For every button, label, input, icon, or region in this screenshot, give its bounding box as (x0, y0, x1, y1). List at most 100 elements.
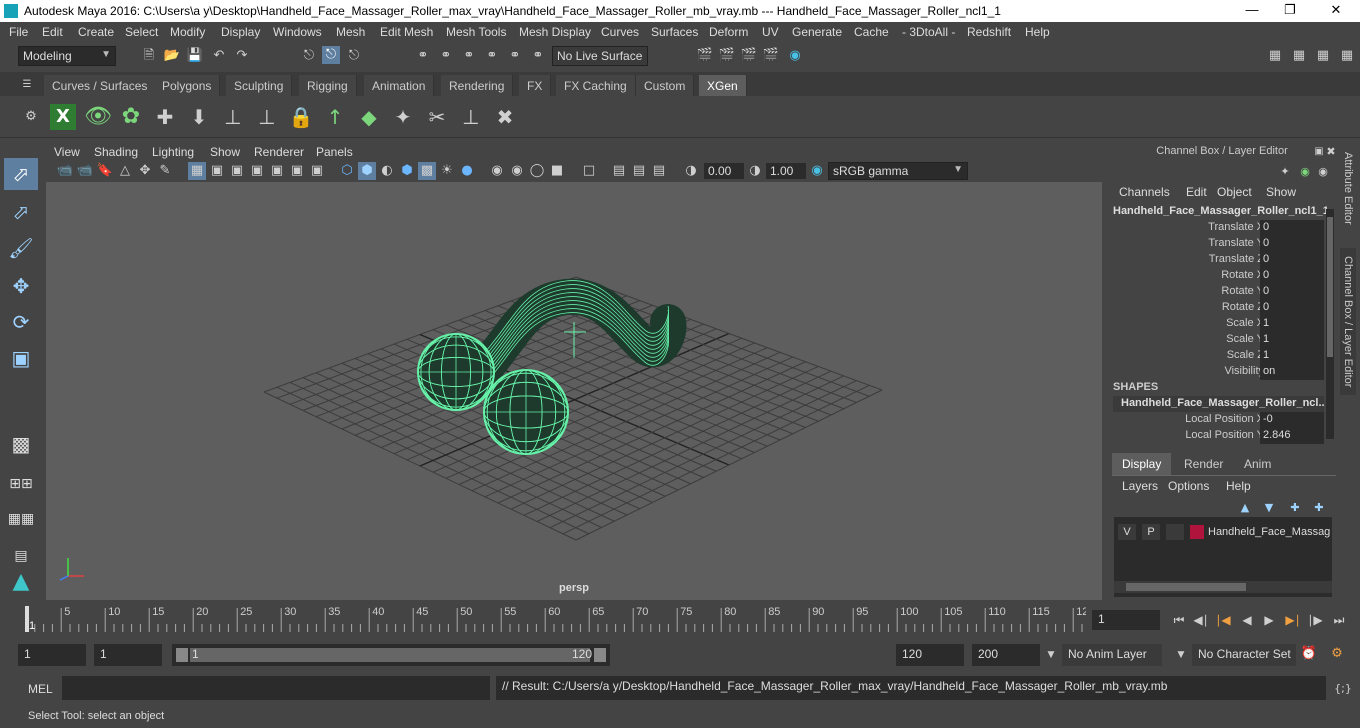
channel-box-side-tab[interactable]: Channel Box / Layer Editor (1340, 248, 1356, 396)
menu-display[interactable]: Display (221, 25, 260, 39)
shelf-settings-gear-icon[interactable]: ⚙ (22, 108, 40, 126)
attribute-value-field[interactable]: 1 (1260, 332, 1324, 348)
attribute-row[interactable]: Scale Z1 (1106, 348, 1324, 364)
snap-grid-icon[interactable]: ⚭ (414, 47, 432, 65)
shape-node-name[interactable]: Handheld_Face_Massager_Roller_ncl... (1113, 396, 1324, 412)
time-slider[interactable]: 1 5 10 15 20 25 30 35 40 45 50 55 60 65 70 75 80 85 90 95 10… (18, 604, 1088, 634)
layer-tab-render[interactable]: Render (1174, 453, 1233, 475)
xgen-delete-icon[interactable]: ✖ (492, 104, 518, 130)
shelf-menu-icon[interactable]: ☰ (18, 76, 36, 94)
depth-of-field-icon[interactable]: ■ (548, 162, 566, 180)
keyed-icon[interactable]: ◉ (1296, 163, 1314, 181)
channel-show-menu[interactable]: Show (1266, 185, 1296, 199)
use-all-lights-icon[interactable]: ☀ (438, 162, 456, 180)
shelf-tab-sculpting[interactable]: Sculpting (226, 75, 293, 96)
menu-select[interactable]: Select (125, 25, 158, 39)
xgen-sculpt-guide-icon[interactable]: ⊥ (254, 104, 280, 130)
attribute-value-field[interactable]: 1 (1260, 316, 1324, 332)
exposure-icon[interactable]: ◑ (682, 162, 700, 180)
xgen-cut-icon[interactable]: ✂ (424, 104, 450, 130)
bookmark-icon[interactable]: 🔖 (96, 162, 114, 180)
layer-visibility-toggle[interactable]: V (1118, 524, 1136, 540)
attribute-row[interactable]: Rotate Y0 (1106, 284, 1324, 300)
attribute-row[interactable]: Scale Y1 (1106, 332, 1324, 348)
new-layer-selected-icon[interactable]: ✚ (1310, 499, 1328, 517)
ipr-render-icon[interactable]: 🎬 (740, 47, 758, 65)
selected-object-name[interactable]: Handheld_Face_Massager_Roller_ncl1_1 (1113, 205, 1329, 217)
attribute-value-field[interactable]: 0 (1260, 300, 1324, 316)
attribute-row[interactable]: Translate X0 (1106, 220, 1324, 236)
animation-preferences-icon[interactable]: ⚙ (1328, 645, 1346, 663)
expression-icon[interactable]: ◉ (1314, 163, 1332, 181)
xgen-groom-icon[interactable]: ↑ (322, 104, 348, 130)
color-space-dropdown[interactable]: sRGB gamma ▼ (828, 162, 968, 180)
grease-pencil-icon[interactable]: ✎ (156, 162, 174, 180)
maximize-button[interactable]: ❐ (1280, 2, 1300, 20)
attribute-editor-toggle-icon[interactable]: ▦ (1314, 47, 1332, 65)
rotate-tool-icon[interactable]: ⟳ (4, 306, 38, 338)
viewport-menu-show[interactable]: Show (210, 145, 240, 159)
attribute-row[interactable]: Local Position X -0 (1106, 412, 1324, 428)
menu-redshift[interactable]: Redshift (967, 25, 1011, 39)
menu-file[interactable]: File (9, 25, 28, 39)
menu-edit-mesh[interactable]: Edit Mesh (380, 25, 433, 39)
menu-cache[interactable]: Cache (854, 25, 889, 39)
shelf-tab-curves-surfaces[interactable]: Curves / Surfaces (44, 75, 157, 96)
shelf-tab-rendering[interactable]: Rendering (441, 75, 514, 96)
animation-end-field[interactable]: 200 (972, 644, 1040, 666)
menu-mesh-display[interactable]: Mesh Display (519, 25, 591, 39)
single-perspective-layout-icon[interactable]: ▩ (4, 428, 38, 460)
range-slider-end-handle[interactable] (594, 648, 606, 662)
snap-point-icon[interactable]: ⚭ (460, 47, 478, 65)
layer-row[interactable]: V P Handheld_Face_Massager (1114, 523, 1332, 541)
shelf-tab-fx[interactable]: FX (519, 75, 552, 96)
command-input[interactable] (62, 676, 490, 700)
backface-culling-icon[interactable]: ▤ (650, 162, 668, 180)
menu-uv[interactable]: UV (762, 25, 779, 39)
xgen-preview-eye-icon[interactable]: 👁 (84, 104, 112, 130)
perspective-viewport[interactable]: persp (46, 182, 1102, 600)
auto-key-icon[interactable]: ⏰ (1300, 645, 1318, 663)
select-component-icon[interactable]: ⎋ (345, 47, 363, 65)
viewport-menu-view[interactable]: View (54, 145, 80, 159)
command-language-label[interactable]: MEL (28, 682, 53, 696)
render-view-icon[interactable]: 🎬 (762, 47, 780, 65)
layer-display-type-toggle[interactable] (1166, 524, 1184, 540)
menu-modify[interactable]: Modify (170, 25, 205, 39)
two-d-pan-zoom-icon[interactable]: ✥ (136, 162, 154, 180)
minimize-button[interactable]: — (1242, 2, 1262, 20)
film-gate-icon[interactable]: ▣ (208, 162, 226, 180)
select-hierarchy-icon[interactable]: ⎋ (300, 47, 318, 65)
menu-curves[interactable]: Curves (601, 25, 639, 39)
anim-layer-dropdown[interactable]: No Anim Layer (1062, 644, 1162, 666)
layer-list-scrollbar[interactable] (1114, 581, 1332, 593)
go-to-end-icon[interactable]: ⏭ (1330, 611, 1348, 629)
channel-box-toggle-icon[interactable]: ▦ (1338, 47, 1356, 65)
attribute-row[interactable]: Visibility on (1106, 364, 1324, 380)
shelf-tab-fx-caching[interactable]: FX Caching (556, 75, 636, 96)
mode-dropdown[interactable]: Modeling ▼ (18, 46, 116, 66)
exposure-field[interactable]: 0.00 (704, 163, 744, 179)
move-layer-up-icon[interactable]: ▲ (1236, 499, 1254, 517)
attribute-value-field[interactable]: 0 (1260, 236, 1324, 252)
attribute-row[interactable]: Translate Z0 (1106, 252, 1324, 268)
channel-edit-menu[interactable]: Edit (1186, 185, 1207, 199)
hypershade-icon[interactable]: ◉ (786, 47, 804, 65)
scale-tool-icon[interactable]: ▣ (4, 342, 38, 374)
open-scene-icon[interactable]: 📂 (163, 47, 181, 65)
xgen-clear-preview-icon[interactable]: ✿ (118, 104, 144, 130)
play-backwards-icon[interactable]: ◀ (1238, 611, 1256, 629)
menu-help[interactable]: Help (1025, 25, 1050, 39)
channel-box-scrollbar[interactable] (1326, 209, 1334, 439)
shelf-tab-xgen[interactable]: XGen (699, 75, 747, 96)
xray-icon[interactable]: ▩ (418, 162, 436, 180)
safe-title-icon[interactable]: ▣ (308, 162, 326, 180)
snap-surface-icon[interactable]: ⚭ (506, 47, 524, 65)
step-forward-key-icon[interactable]: ▶∣ (1284, 611, 1302, 629)
xgen-sculpt-brush-icon[interactable]: ✦ (390, 104, 416, 130)
save-scene-icon[interactable]: 💾 (186, 47, 204, 65)
move-layer-down-icon[interactable]: ▼ (1260, 499, 1278, 517)
menu-deform[interactable]: Deform (709, 25, 748, 39)
menu-mesh[interactable]: Mesh (336, 25, 365, 39)
script-editor-icon[interactable]: {;} (1334, 680, 1352, 698)
